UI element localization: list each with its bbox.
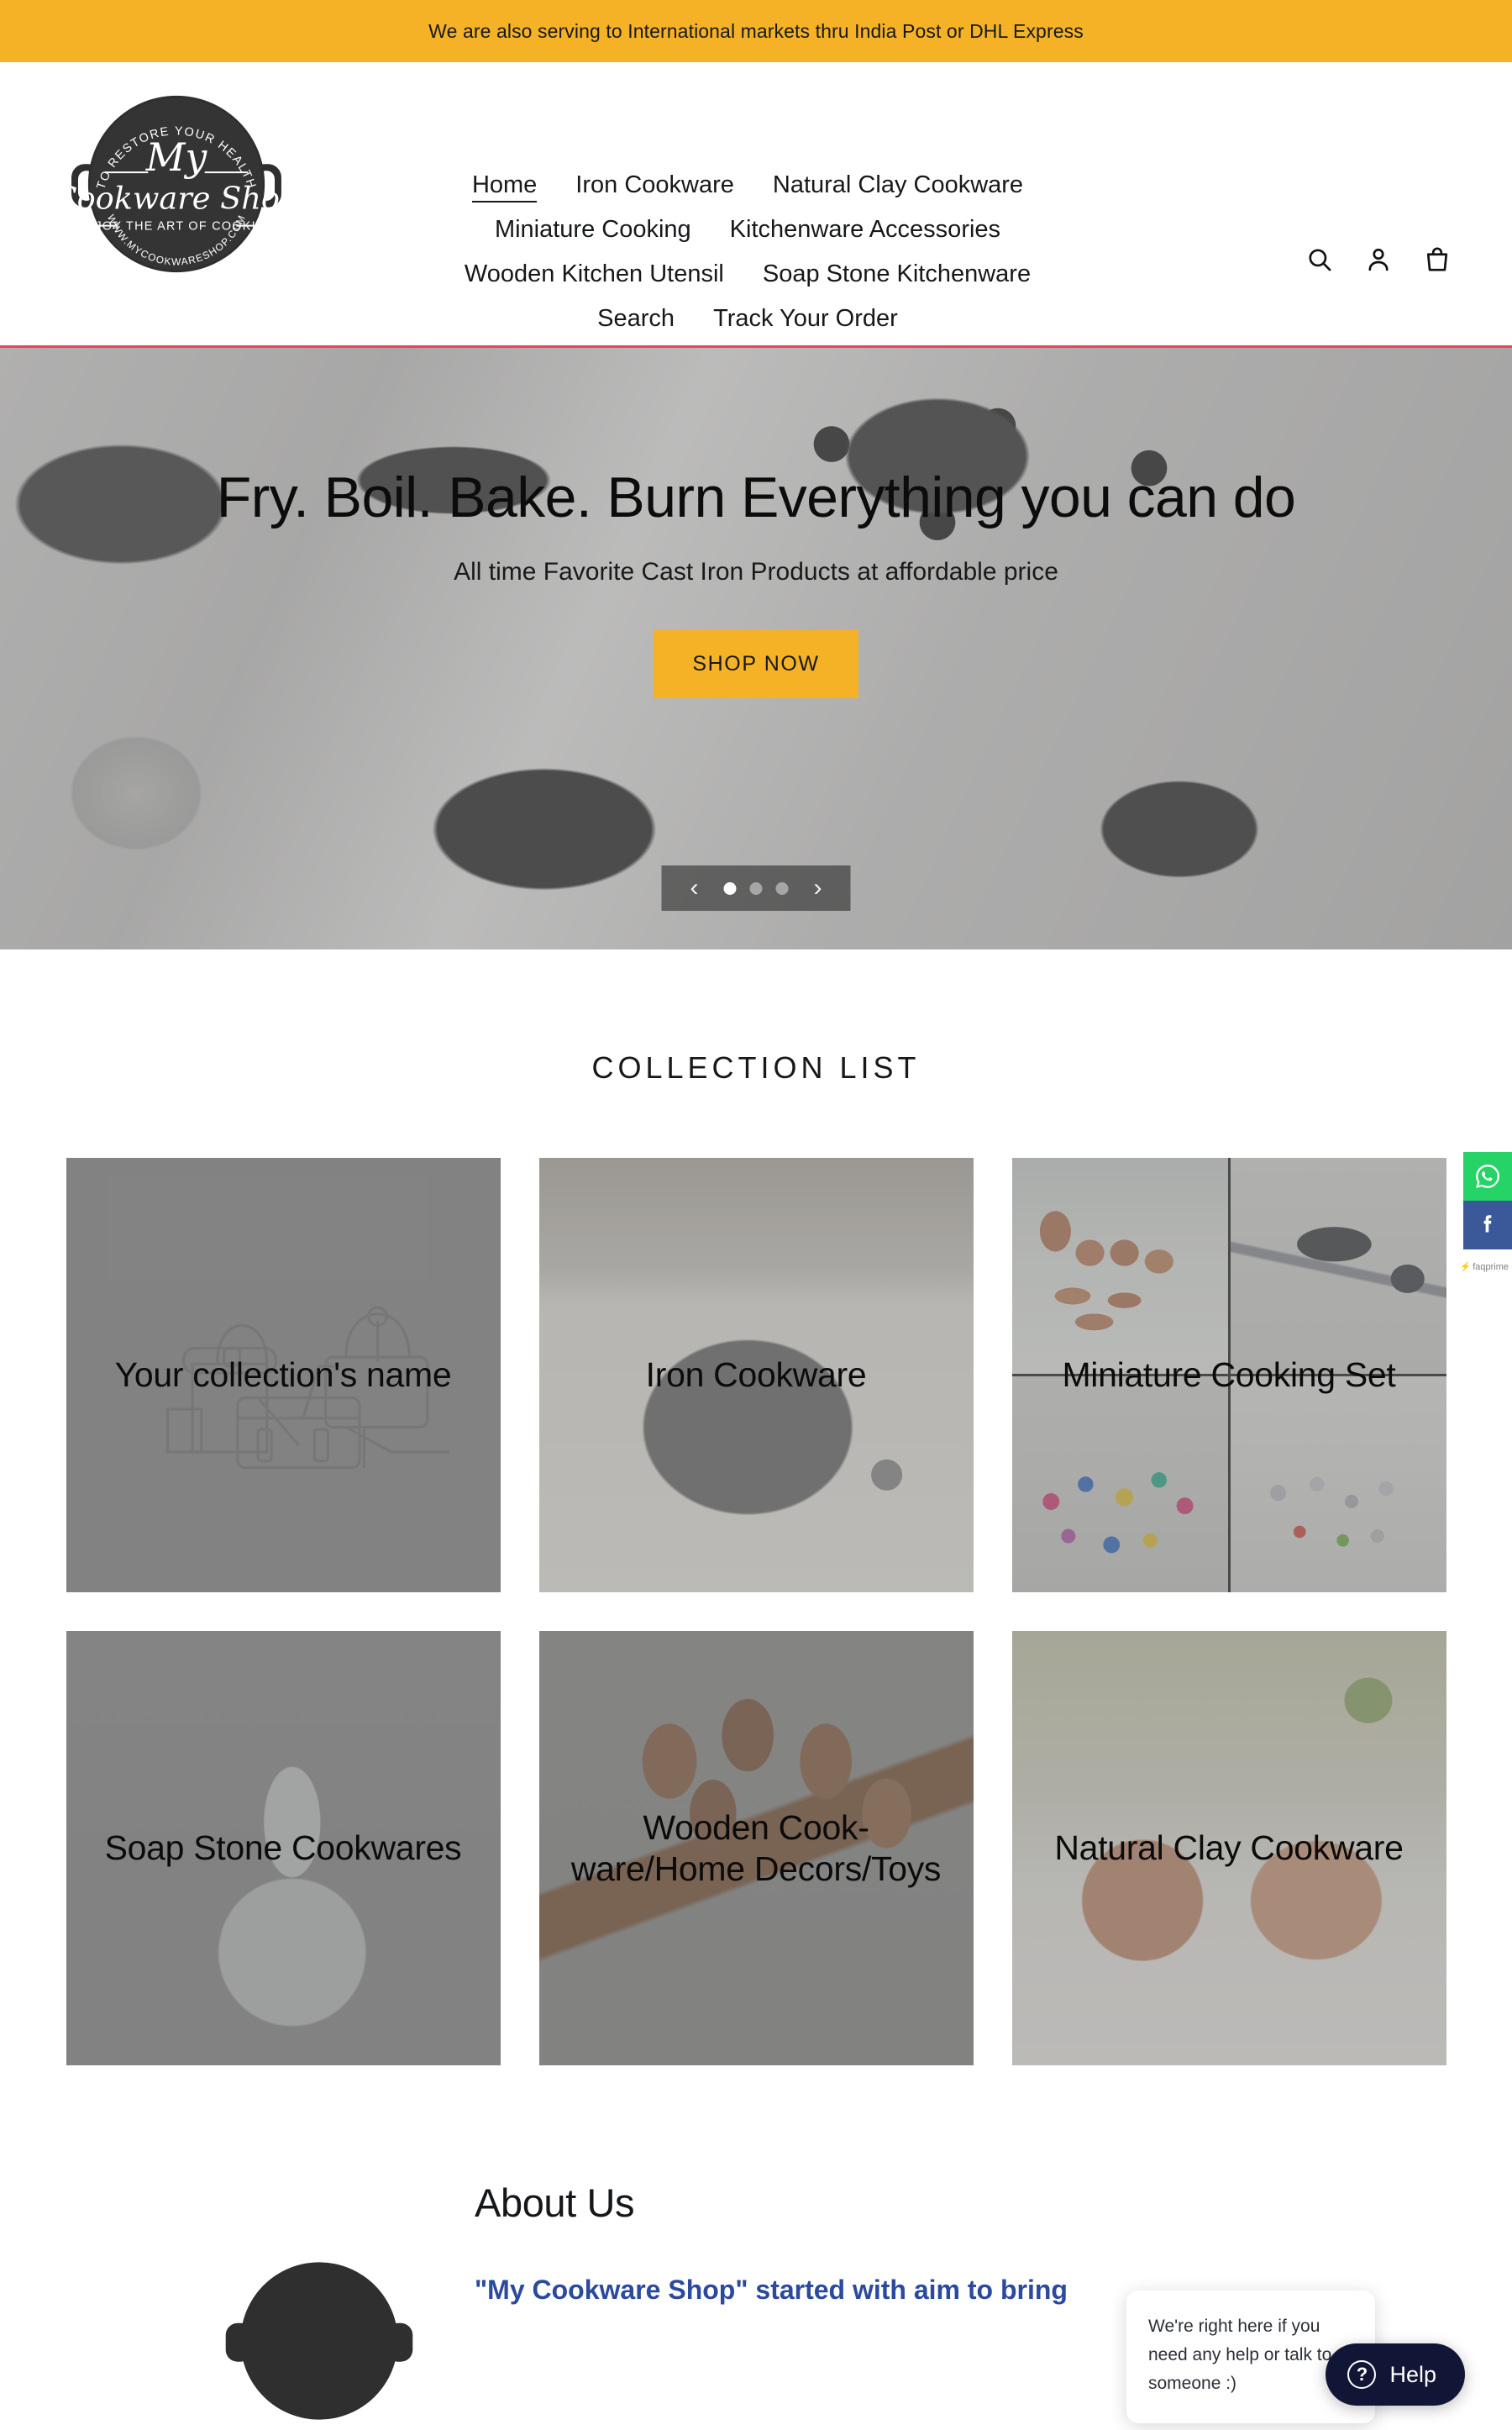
svg-text:ENJOY THE ART OF COOKING: ENJOY THE ART OF COOKING [76,220,276,234]
chat-greeting-text: We're right here if you need any help or… [1148,2317,1331,2393]
nav-item-soap-stone-kitchenware[interactable]: Soap Stone Kitchenware [763,262,1031,292]
announcement-bar: We are also serving to International mar… [0,0,1512,62]
nav-item-search[interactable]: Search [597,307,675,336]
svg-text:My: My [145,135,208,180]
nav-item-iron-cookware[interactable]: Iron Cookware [575,173,734,202]
collection-card-wooden-cookware[interactable]: Wooden Cook-ware/Home Decors/Toys [539,1631,974,2065]
nav-item-miniature-cooking[interactable]: Miniature Cooking [495,218,691,247]
hero-title: Fry. Boil. Bake. Burn Everything you can… [217,467,1295,528]
announcement-text: We are also serving to International mar… [428,20,1084,43]
faqprime-label: faqprime [1473,1262,1509,1272]
nav-item-wooden-kitchen-utensil[interactable]: Wooden Kitchen Utensil [465,262,724,292]
carousel-next-arrow-icon[interactable]: › [807,876,829,901]
collection-card-label: Your collection's name [93,1354,474,1395]
collection-grid: Your collection's name Iron Cookware Min… [0,1158,1512,2065]
cart-icon[interactable] [1423,245,1452,274]
header-icon-group [1305,245,1452,274]
site-logo: TO RESTORE YOUR HEALTH My Cookware Shop … [68,84,285,284]
svg-text:Cookware Shop: Cookware Shop [68,181,285,217]
carousel-dot-3[interactable] [776,882,789,895]
nav-item-track-your-order[interactable]: Track Your Order [713,307,898,336]
about-us-title: About Us [475,2180,1298,2226]
carousel-dots [724,882,789,895]
site-header: TO RESTORE YOUR HEALTH My Cookware Shop … [0,62,1512,348]
shop-now-button[interactable]: SHOP NOW [654,630,858,698]
carousel-controls: ‹ › [662,865,851,911]
social-share-rail: ⚡ faqprime [1460,1152,1512,1272]
collection-card-label: Natural Clay Cookware [1032,1828,1425,1868]
question-mark-icon: ? [1347,2360,1376,2389]
facebook-icon[interactable] [1463,1201,1512,1249]
nav-row: Wooden Kitchen Utensil Soap Stone Kitche… [328,262,1168,292]
main-navigation: Home Iron Cookware Natural Clay Cookware… [328,62,1168,351]
account-icon[interactable] [1364,245,1393,274]
whatsapp-icon[interactable] [1463,1152,1512,1201]
faqprime-credit: ⚡ faqprime [1460,1261,1512,1272]
collection-card-label: Wooden Cook-ware/Home Decors/Toys [539,1807,974,1889]
collection-card-iron-cookware[interactable]: Iron Cookware [539,1158,974,1592]
carousel-dot-2[interactable] [750,882,763,895]
nav-item-natural-clay-cookware[interactable]: Natural Clay Cookware [773,173,1023,202]
collection-card-label: Miniature Cooking Set [1040,1354,1417,1395]
lightning-icon: ⚡ [1460,1261,1472,1272]
collection-card-label: Iron Cookware [624,1354,889,1395]
collection-card-label: Soap Stone Cookwares [83,1828,484,1868]
section-title-collection-list: COLLECTION LIST [0,1050,1512,1086]
collection-card-natural-clay-cookware[interactable]: Natural Clay Cookware [1012,1631,1446,2065]
nav-row: Miniature Cooking Kitchenware Accessorie… [328,218,1168,247]
carousel-prev-arrow-icon[interactable]: ‹ [684,876,706,901]
logo-link[interactable]: TO RESTORE YOUR HEALTH My Cookware Shop … [50,62,302,284]
help-button[interactable]: ? Help [1326,2343,1465,2406]
collection-card-miniature-cooking-set[interactable]: Miniature Cooking Set [1012,1158,1446,1592]
carousel-dot-1[interactable] [724,882,737,895]
about-logo-wrap [214,2175,424,2430]
nav-row: Search Track Your Order [328,307,1168,336]
hero-subtitle: All time Favorite Cast Iron Products at … [454,558,1058,586]
collection-card-placeholder[interactable]: Your collection's name [66,1158,501,1592]
nav-item-kitchenware-accessories[interactable]: Kitchenware Accessories [730,218,1000,247]
nav-item-home[interactable]: Home [472,173,537,202]
help-button-label: Help [1389,2362,1436,2388]
about-site-logo [223,2252,416,2430]
collection-card-soap-stone-cookwares[interactable]: Soap Stone Cookwares [66,1631,501,2065]
collection-list-section: COLLECTION LIST [0,949,1512,2065]
hero-banner: Fry. Boil. Bake. Burn Everything you can… [0,348,1512,949]
search-icon[interactable] [1305,245,1334,274]
nav-row: Home Iron Cookware Natural Clay Cookware [328,173,1168,202]
